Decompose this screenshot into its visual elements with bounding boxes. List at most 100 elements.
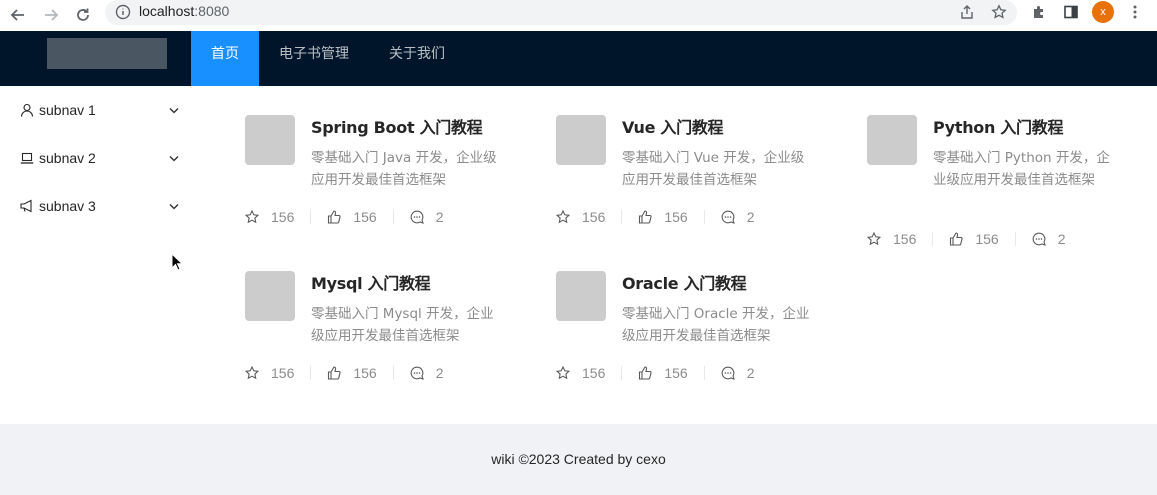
like-action[interactable]: 156 [638,365,688,381]
sidebar: subnav 1 subnav 2 subnav 3 [0,86,190,424]
star-action[interactable]: 156 [245,365,294,381]
sidebar-item-label: subnav 3 [39,198,96,214]
url-port: :8080 [194,3,230,19]
ebook-actions: 156 156 2 [245,363,444,383]
star-icon [245,210,259,224]
more-vertical-icon[interactable] [1127,4,1143,20]
ebook-actions: 156 156 2 [556,363,755,383]
chevron-down-icon [169,156,179,162]
star-action[interactable]: 156 [867,231,916,247]
footer: wiki ©2023 Created by cexo [0,424,1157,495]
ebook-description: 零基础入门 Vue 开发，企业级应用开发最佳首选框架 [622,150,805,188]
star-icon [556,366,570,380]
laptop-icon [20,152,34,164]
url-host: localhost [139,3,195,19]
like-action[interactable]: 156 [638,209,688,225]
footer-text: wiki ©2023 Created by cexo [491,451,666,467]
chevron-down-icon [169,204,179,210]
comment-count: 2 [1057,231,1066,247]
forward-button[interactable] [40,4,62,26]
back-button[interactable] [7,4,29,26]
ebook-title[interactable]: Mysql 入门教程 [311,270,431,294]
ebook-title[interactable]: Vue 入门教程 [622,114,724,138]
sidebar-item-subnav-3[interactable]: subnav 3 [0,186,190,226]
ebook-title[interactable]: Spring Boot 入门教程 [311,114,483,138]
divider [932,232,934,246]
star-count: 156 [582,209,606,225]
star-action[interactable]: 156 [556,209,605,225]
like-action[interactable]: 156 [949,231,999,247]
logo[interactable] [47,38,167,69]
comment-action[interactable]: 2 [721,209,755,225]
comment-action[interactable]: 2 [1032,231,1066,247]
info-icon[interactable] [115,4,131,20]
sidebar-item-subnav-1[interactable]: subnav 1 [0,90,190,130]
sidebar-item-subnav-2[interactable]: subnav 2 [0,138,190,178]
reload-button[interactable] [72,4,94,26]
like-action[interactable]: 156 [327,209,377,225]
like-icon [328,210,341,224]
menu-item-ebook-admin[interactable]: 电子书管理 [259,31,369,86]
ebook-description: 零基础入门 Mysql 开发，企业级应用开发最佳首选框架 [311,306,494,344]
bookmark-star-icon[interactable] [991,4,1007,20]
ebook-description: 零基础入门 Python 开发，企业级应用开发最佳首选框架 [933,150,1110,188]
ebook-cover[interactable] [556,271,606,321]
profile-avatar[interactable]: x [1092,1,1114,23]
like-icon [328,366,341,380]
side-panel-icon[interactable] [1063,4,1079,20]
star-icon [245,366,259,380]
message-icon [410,366,424,380]
like-action[interactable]: 156 [327,365,377,381]
ebook-description: 零基础入门 Oracle 开发，企业级应用开发最佳首选框架 [622,306,810,344]
notification-icon [20,199,32,213]
divider [621,210,623,224]
star-count: 156 [271,209,295,225]
ebook-cover[interactable] [556,115,606,165]
message-icon [410,210,424,224]
divider [310,210,312,224]
divider [1014,232,1016,246]
star-count: 156 [893,231,917,247]
divider [621,366,623,380]
like-icon [639,366,652,380]
ebook-cover[interactable] [245,115,295,165]
star-count: 156 [271,365,295,381]
user-icon [20,103,34,117]
ebook-actions: 156 156 2 [556,207,755,227]
sidebar-item-label: subnav 2 [39,150,96,166]
like-icon [950,232,963,246]
star-icon [556,210,570,224]
ebook-title[interactable]: Python 入门教程 [933,114,1063,138]
star-count: 156 [582,365,606,381]
comment-action[interactable]: 2 [721,365,755,381]
star-action[interactable]: 156 [245,209,294,225]
arrow-right-icon [45,9,59,21]
like-count: 156 [353,209,377,225]
message-icon [1032,232,1046,246]
menu-item-home[interactable]: 首页 [191,31,259,86]
share-icon[interactable] [959,4,975,20]
message-icon [721,366,735,380]
comment-count: 2 [746,209,755,225]
comment-action[interactable]: 2 [410,209,444,225]
divider [392,366,394,380]
comment-count: 2 [746,365,755,381]
extensions-puzzle-icon[interactable] [1031,4,1047,20]
menu-item-about[interactable]: 关于我们 [369,31,465,86]
comment-count: 2 [435,209,444,225]
chevron-down-icon [169,108,179,114]
sidebar-item-label: subnav 1 [39,102,96,118]
browser-toolbar: localhost:8080 x [0,0,1157,31]
url-text[interactable]: localhost:8080 [139,3,229,19]
like-count: 156 [664,209,688,225]
star-action[interactable]: 156 [556,365,605,381]
ebook-cover[interactable] [245,271,295,321]
ebook-cover[interactable] [867,115,917,165]
address-bar[interactable] [105,0,1017,25]
comment-action[interactable]: 2 [410,365,444,381]
ebook-actions: 156 156 2 [245,207,444,227]
message-icon [721,210,735,224]
reload-icon [77,8,89,21]
star-icon [867,232,881,246]
ebook-title[interactable]: Oracle 入门教程 [622,270,747,294]
